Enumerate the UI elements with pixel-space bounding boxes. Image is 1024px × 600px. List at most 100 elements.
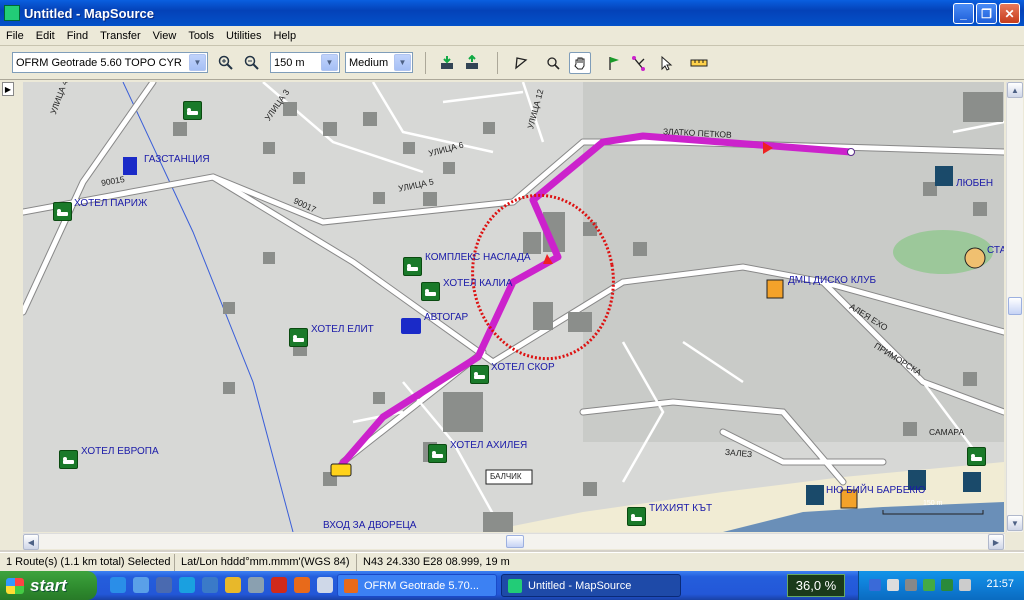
vertical-scrollbar[interactable]: ▲ ▼: [1006, 82, 1023, 532]
show-desktop-icon[interactable]: [317, 577, 333, 593]
zoom-tool-button[interactable]: [542, 52, 564, 74]
clock[interactable]: 21:57: [986, 578, 1014, 590]
hotel-icon[interactable]: [59, 450, 78, 469]
start-button[interactable]: start: [0, 571, 97, 600]
selection-tool-icon: [515, 57, 528, 70]
device-icon[interactable]: [959, 579, 971, 591]
receive-from-device-button[interactable]: [436, 52, 458, 74]
menu-utilities[interactable]: Utilities: [220, 30, 267, 42]
restore-button[interactable]: ❐: [976, 3, 997, 24]
opera-icon[interactable]: [271, 577, 287, 593]
poi-label-disko-klub[interactable]: ДМЦ ДИСКО КЛУБ: [788, 275, 876, 286]
zoom-scale-select[interactable]: 150 m ▼: [270, 52, 340, 73]
poi-label-avtogara[interactable]: АВТОГАР: [424, 312, 468, 323]
poi-label-hotel-skor[interactable]: ХОТЕЛ СКОР: [491, 362, 555, 373]
vertical-scroll-thumb[interactable]: [1008, 297, 1022, 315]
poi-label-kompleks-naslada[interactable]: КОМПЛЕКС НАСЛАДА: [425, 252, 531, 263]
map-product-select[interactable]: OFRM Geotrade 5.60 TOPO CYR ▼: [12, 52, 208, 73]
hotel-icon[interactable]: [627, 507, 646, 526]
stadium-icon: [964, 247, 986, 269]
scroll-left-icon[interactable]: ◀: [23, 534, 39, 550]
poi-label-hotel-elit[interactable]: ХОТЕЛ ЕЛИТ: [311, 324, 374, 335]
hand-tool-button[interactable]: [569, 52, 591, 74]
poi-label-nu-beach-bbq[interactable]: НЮ БИЙЧ БАРБЕКЮ: [826, 485, 925, 496]
place-label: БАЛЧИК: [490, 472, 522, 481]
security-icon[interactable]: [887, 579, 899, 591]
zoom-in-icon: [218, 55, 233, 70]
poi-label-stadium[interactable]: СТА: [987, 245, 1004, 256]
internet-explorer-icon[interactable]: [110, 577, 126, 593]
hotel-icon[interactable]: [183, 101, 202, 120]
map-product-value: OFRM Geotrade 5.60 TOPO CYR: [16, 56, 182, 69]
pointer-tool-button[interactable]: [655, 52, 677, 74]
network-icon[interactable]: [869, 579, 881, 591]
ruler-icon: [690, 59, 708, 67]
close-button[interactable]: ✕: [999, 3, 1020, 24]
menu-help[interactable]: Help: [267, 30, 302, 42]
poi-label-hotel-ahileya[interactable]: ХОТЕЛ АХИЛЕЯ: [450, 440, 527, 451]
poi-label-hotel-evropa[interactable]: ХОТЕЛ ЕВРОПА: [81, 446, 159, 457]
hotel-icon[interactable]: [470, 365, 489, 384]
poi-label-vhod-za-dvoretsa[interactable]: ВХОД ЗА ДВОРЕЦА: [323, 520, 416, 531]
zoom-in-button[interactable]: [215, 52, 237, 74]
scroll-right-icon[interactable]: ▶: [988, 534, 1004, 550]
safari-icon[interactable]: [248, 577, 264, 593]
menu-edit[interactable]: Edit: [30, 30, 61, 42]
measure-tool-button[interactable]: [688, 52, 710, 74]
minimize-button[interactable]: _: [953, 3, 974, 24]
poi-label-tihiyat-kat[interactable]: ТИХИЯТ КЪТ: [649, 503, 712, 514]
bus-icon: [401, 318, 421, 334]
volume-icon[interactable]: [905, 579, 917, 591]
send-to-device-button[interactable]: [461, 52, 483, 74]
antivirus-icon[interactable]: [923, 579, 935, 591]
toolbar: OFRM Geotrade 5.60 TOPO CYR ▼ 150 m ▼ Me…: [0, 46, 1024, 80]
route-tool-button[interactable]: [628, 52, 650, 74]
hotel-icon[interactable]: [403, 257, 422, 276]
zoom-out-button[interactable]: [241, 52, 263, 74]
media-player-icon[interactable]: [156, 577, 172, 593]
mapsource-app-icon[interactable]: [4, 5, 20, 21]
detail-value: Medium: [349, 56, 389, 69]
chevron-down-icon[interactable]: ▼: [321, 54, 338, 71]
poi-label-hotel-parizh[interactable]: ХОТЕЛ ПАРИЖ: [74, 198, 147, 209]
detail-select[interactable]: Medium ▼: [345, 52, 413, 73]
poi-label-hotel-kalia[interactable]: ХОТЕЛ КАЛИА: [443, 278, 512, 289]
waypoint-tool-button[interactable]: [603, 52, 625, 74]
horizontal-scrollbar[interactable]: ◀ ▶: [23, 533, 1005, 550]
menu-transfer[interactable]: Transfer: [94, 30, 147, 42]
hotel-icon[interactable]: [289, 328, 308, 347]
scroll-down-icon[interactable]: ▼: [1007, 515, 1023, 531]
update-icon[interactable]: [941, 579, 953, 591]
cpu-meter[interactable]: 36,0 %: [787, 574, 845, 597]
poi-label-gas-station[interactable]: ГАЗСТАНЦИЯ: [144, 154, 210, 165]
firefox-icon[interactable]: [294, 577, 310, 593]
horizontal-scroll-thumb[interactable]: [506, 535, 524, 548]
menu-tools[interactable]: Tools: [182, 30, 220, 42]
status-coordinate-format: Lat/Lon hddd°mm.mmm'(WGS 84): [175, 553, 357, 571]
hotel-icon[interactable]: [428, 444, 447, 463]
task-mapsource[interactable]: Untitled - MapSource: [501, 574, 681, 597]
expand-panel-arrow-icon[interactable]: ▶: [2, 82, 14, 96]
skype-icon[interactable]: [179, 577, 195, 593]
chevron-down-icon[interactable]: ▼: [394, 54, 411, 71]
send-to-device-icon: [466, 55, 478, 69]
messenger-icon[interactable]: [202, 577, 218, 593]
map-canvas[interactable]: ГАЗСТАНЦИЯ ХОТЕЛ ПАРИЖ КОМПЛЕКС НАСЛАДА …: [23, 82, 1004, 532]
scale-label: 150 m: [923, 500, 943, 507]
browser-icon[interactable]: [133, 577, 149, 593]
restaurant-icon: [935, 166, 953, 186]
selection-tool-button[interactable]: [510, 52, 532, 74]
task-label: Untitled - MapSource: [528, 579, 632, 592]
chrome-icon[interactable]: [225, 577, 241, 593]
menu-file[interactable]: File: [0, 30, 30, 42]
menu-find[interactable]: Find: [61, 30, 94, 42]
poi-label-luben[interactable]: ЛЮБЕН: [956, 178, 993, 189]
task-firefox[interactable]: OFRM Geotrade 5.70...: [337, 574, 497, 597]
menu-view[interactable]: View: [147, 30, 183, 42]
hotel-icon[interactable]: [421, 282, 440, 301]
toolbar-separator: [497, 52, 498, 74]
chevron-down-icon[interactable]: ▼: [189, 54, 206, 71]
hotel-icon[interactable]: [967, 447, 986, 466]
scroll-up-icon[interactable]: ▲: [1007, 82, 1023, 98]
hotel-icon[interactable]: [53, 202, 72, 221]
